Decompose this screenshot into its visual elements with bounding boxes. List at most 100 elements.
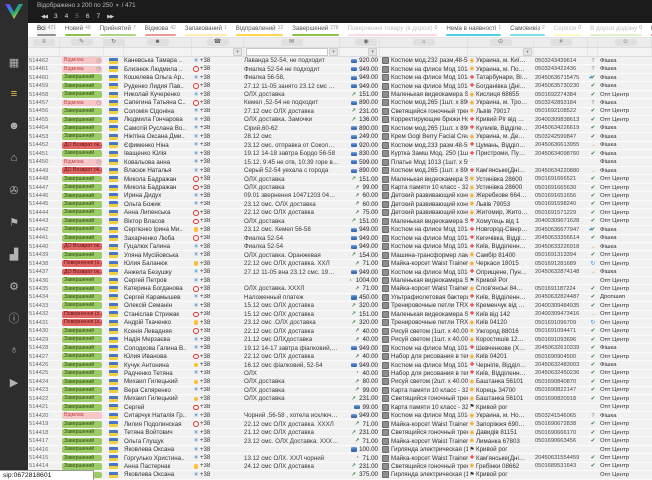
status-badge[interactable]: Завершений xyxy=(62,336,102,343)
tab-completed[interactable]: Завершений278 xyxy=(292,23,338,37)
product-column-header[interactable]: ⌂ xyxy=(380,38,468,47)
phone-number[interactable]: +38 xyxy=(200,438,210,444)
phone-number[interactable]: +38 xyxy=(200,303,210,309)
tab-refused[interactable]: Відмова42 xyxy=(145,23,176,37)
table-row[interactable]: 514462Відмова◷Каневська Тамара ..✳+38Лав… xyxy=(28,57,652,65)
phone-number[interactable]: +38 xyxy=(200,185,210,191)
table-row[interactable]: 514417ЗавершенийОльга Глущук✳+3823.12 см… xyxy=(28,437,652,445)
table-row[interactable]: 514445ЗавершенийОльга Божик✳+3823.12 смс… xyxy=(28,201,652,209)
status-badge[interactable]: Завершений xyxy=(62,252,102,259)
table-row[interactable]: 514449ДО Возврат ок…Власюк Наталья✳+38Се… xyxy=(28,167,652,175)
status-badge[interactable]: Завершений xyxy=(62,429,102,436)
page-number-button[interactable]: 5 xyxy=(75,13,79,20)
page-number-button[interactable]: 3 xyxy=(54,13,58,20)
status-badge[interactable]: Завершений xyxy=(62,176,102,183)
status-badge[interactable]: Завершений xyxy=(62,83,102,90)
status-badge[interactable]: Завершений xyxy=(62,235,102,242)
clients-icon[interactable]: ☻ xyxy=(0,110,28,142)
phone-column-header[interactable]: ☎ xyxy=(192,38,244,47)
phone-number[interactable]: +38 xyxy=(200,244,210,250)
table-row[interactable]: 514453ЗавершенийНікітіна Оксана Дми..✳+3… xyxy=(28,133,652,141)
table-row[interactable]: 514428ЗавершенийСолодкова Галина В..✳+38… xyxy=(28,344,652,352)
tab-pickup[interactable]: Самовивіз2 xyxy=(510,23,545,37)
status-badge[interactable]: Завершений xyxy=(62,294,102,301)
status-badge[interactable]: Повернення (з… xyxy=(62,311,102,318)
customer-column-header[interactable]: ☻ xyxy=(124,38,192,47)
table-row[interactable]: 514414ЗавершенийАнна Пастернак+3824.12 с… xyxy=(28,463,652,471)
page-size-dropdown-icon[interactable]: ▾ xyxy=(116,1,119,11)
table-row[interactable]: 514422ЗавершенийМихаил Гилецький+38ОЛХ д… xyxy=(28,395,652,403)
table-row[interactable]: 514460ЗавершенийКошелева Ольга Ар..✳+38Ф… xyxy=(28,74,652,82)
status-badge[interactable]: Завершений xyxy=(62,328,102,335)
status-badge[interactable]: Завершений xyxy=(62,277,102,284)
table-row[interactable]: 514447ЗавершенийМикола Бадражан+38ОЛХ до… xyxy=(28,184,652,192)
status-badge[interactable]: Завершений xyxy=(62,353,102,360)
table-row[interactable]: 514425ЗавершенийРадченко Тетяна✳+38ОЛХ◔4… xyxy=(28,370,652,378)
phone-number[interactable]: +38 xyxy=(200,311,210,317)
phone-number[interactable]: +38 xyxy=(200,142,210,148)
table-row[interactable]: 514430ЗавершенийКсенія Левадняя+3822.12 … xyxy=(28,328,652,336)
phone-number[interactable]: +38 xyxy=(200,218,210,224)
tab-shipped[interactable]: Відправлений12 xyxy=(236,23,283,37)
table-row[interactable]: 514439ЗавершенийУляна Мусійовська✳+38ОЛХ… xyxy=(28,251,652,259)
phone-number[interactable]: +38 xyxy=(200,108,210,114)
status-badge[interactable]: Завершений xyxy=(62,446,102,453)
country-column-header[interactable]: ↻ xyxy=(104,38,124,47)
status-badge[interactable]: Завершений xyxy=(62,226,102,233)
phone-number[interactable]: +38 xyxy=(200,447,210,453)
phone-number[interactable]: +38 xyxy=(200,404,210,410)
tracking-column-header[interactable]: # xyxy=(534,38,588,47)
table-row[interactable]: 514457Відмова◷Сапегина Татьяна С..+38Кем… xyxy=(28,99,652,107)
phone-number[interactable]: +38 xyxy=(200,125,210,131)
status-badge[interactable]: Завершений xyxy=(62,455,102,462)
status-column-header[interactable]: ✎ xyxy=(60,38,104,47)
tab-new[interactable]: Новий48 xyxy=(65,23,91,37)
table-row[interactable]: 514429ЗавершенийНадія Мерзаєва✳+3821.12 … xyxy=(28,336,652,344)
table-row[interactable]: 514455ЗавершенийЛюдмила Гончарова✳+38ОЛХ… xyxy=(28,116,652,124)
status-badge[interactable]: Завершений xyxy=(62,379,102,386)
warehouse-icon[interactable]: ⌂ xyxy=(0,142,28,174)
table-row[interactable]: 514416ЗавершенийЯковлева Оксана✳+38100.0… xyxy=(28,446,652,454)
status-badge[interactable]: Завершений xyxy=(62,133,102,140)
phone-number[interactable]: +38 xyxy=(200,193,210,199)
phone-number[interactable]: +38 xyxy=(200,278,210,284)
phone-number[interactable]: +38 xyxy=(200,455,210,461)
phone-number[interactable]: +38 xyxy=(200,379,210,385)
orders-icon[interactable]: ≡ xyxy=(0,78,28,110)
status-badge[interactable]: Завершений xyxy=(62,286,102,293)
phone-number[interactable]: +38 xyxy=(200,227,210,233)
status-badge[interactable]: Завершений xyxy=(62,362,102,369)
table-row[interactable]: 514423ЗавершенийВера Скляренко✳+38ОЛХ до… xyxy=(28,387,652,395)
filter-caret-icon[interactable]: ▾ xyxy=(368,48,377,56)
phone-number[interactable]: +38 xyxy=(200,151,210,157)
status-badge[interactable]: Завершений xyxy=(62,108,102,115)
status-badge[interactable]: Повернення (з… xyxy=(62,260,102,267)
phone-number[interactable]: +38 xyxy=(200,159,210,165)
table-row[interactable]: 514456ЗавершенийСоломія Сідоніна✳+3827.1… xyxy=(28,108,652,116)
video-tutorials-icon[interactable]: ▶ xyxy=(0,366,28,398)
tracking-status-column-header[interactable] xyxy=(588,38,598,47)
status-badge[interactable]: Завершений xyxy=(62,387,102,394)
table-row[interactable]: 514436ЗавершенийСергей Петров✳+38◔1004.0… xyxy=(28,277,652,285)
phone-number[interactable]: +38 xyxy=(200,413,210,419)
filter-caret-icon[interactable]: ▾ xyxy=(329,48,338,56)
status-badge[interactable]: Завершений xyxy=(62,74,102,81)
status-badge[interactable]: Повернення (з… xyxy=(62,319,102,326)
phone-number[interactable]: +38 xyxy=(200,58,210,64)
phone-number[interactable]: +38 xyxy=(200,100,210,106)
phone-number[interactable]: +38 xyxy=(200,430,210,436)
order-id-column-header[interactable]: ≡ xyxy=(28,38,60,47)
tab-packed[interactable]: Запакований1 xyxy=(185,23,227,37)
table-row[interactable]: 514443ЗавершенийВіктор Власов+38ОЛХ дост… xyxy=(28,218,652,226)
phone-number[interactable]: +38 xyxy=(200,370,210,376)
status-badge[interactable]: Завершений xyxy=(62,150,102,157)
status-badge[interactable]: Завершений xyxy=(62,302,102,309)
filter-caret-icon[interactable]: ▾ xyxy=(233,48,242,56)
table-row[interactable]: 514451ЗавершенийІващенко Юлія✳+3819.12 1… xyxy=(28,150,652,158)
page-number-button[interactable]: 4 xyxy=(65,13,69,20)
status-badge[interactable]: ДО Возврат ок… xyxy=(62,243,102,250)
table-row[interactable]: 514459ЗавершенийРуденко Лидия Пав..+3827… xyxy=(28,82,652,90)
table-row[interactable]: 514437ДО Возврат ок…Анжела Безушку✳+3827… xyxy=(28,268,652,276)
info-icon[interactable]: ⓘ xyxy=(0,302,28,334)
phone-number[interactable]: +38 xyxy=(200,463,210,469)
